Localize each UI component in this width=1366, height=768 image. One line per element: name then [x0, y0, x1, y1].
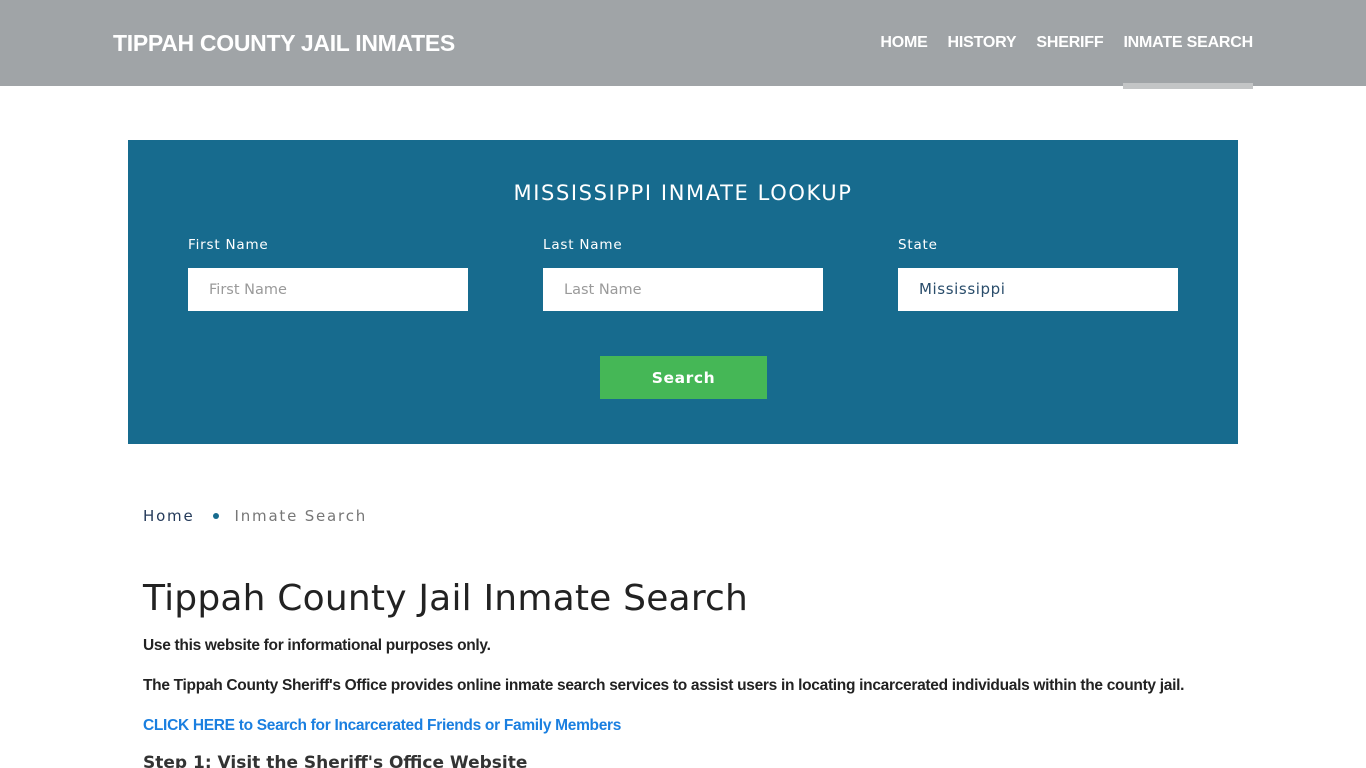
first-name-input[interactable]: [188, 268, 468, 311]
state-select[interactable]: Mississippi: [898, 268, 1178, 311]
last-name-input[interactable]: [543, 268, 823, 311]
breadcrumb-home[interactable]: Home: [143, 507, 195, 525]
site-header: TIPPAH COUNTY JAIL INMATES HOME HISTORY …: [0, 0, 1366, 89]
lookup-title: MISSISSIPPI INMATE LOOKUP: [513, 181, 853, 205]
nav-inmate-search[interactable]: INMATE SEARCH: [1123, 0, 1253, 89]
breadcrumb: Home Inmate Search: [143, 507, 367, 525]
page-title: Tippah County Jail Inmate Search: [143, 578, 749, 619]
last-name-label: Last Name: [543, 237, 623, 253]
nav-home[interactable]: HOME: [880, 0, 927, 86]
nav-history[interactable]: HISTORY: [948, 0, 1017, 86]
disclaimer-text: Use this website for informational purpo…: [143, 637, 491, 654]
main-nav: HOME HISTORY SHERIFF INMATE SEARCH: [860, 0, 1253, 89]
state-label: State: [898, 237, 938, 253]
search-button[interactable]: Search: [600, 356, 767, 399]
breadcrumb-current: Inmate Search: [234, 507, 368, 525]
intro-text: The Tippah County Sheriff's Office provi…: [143, 677, 1185, 694]
breadcrumb-separator-dot-icon: [212, 513, 219, 519]
search-friends-family-link[interactable]: CLICK HERE to Search for Incarcerated Fr…: [143, 717, 621, 735]
step-1-heading: Step 1: Visit the Sheriff's Office Websi…: [143, 753, 528, 768]
first-name-label: First Name: [188, 237, 269, 253]
nav-sheriff[interactable]: SHERIFF: [1036, 0, 1103, 86]
site-logo-link[interactable]: TIPPAH COUNTY JAIL INMATES: [113, 30, 455, 57]
